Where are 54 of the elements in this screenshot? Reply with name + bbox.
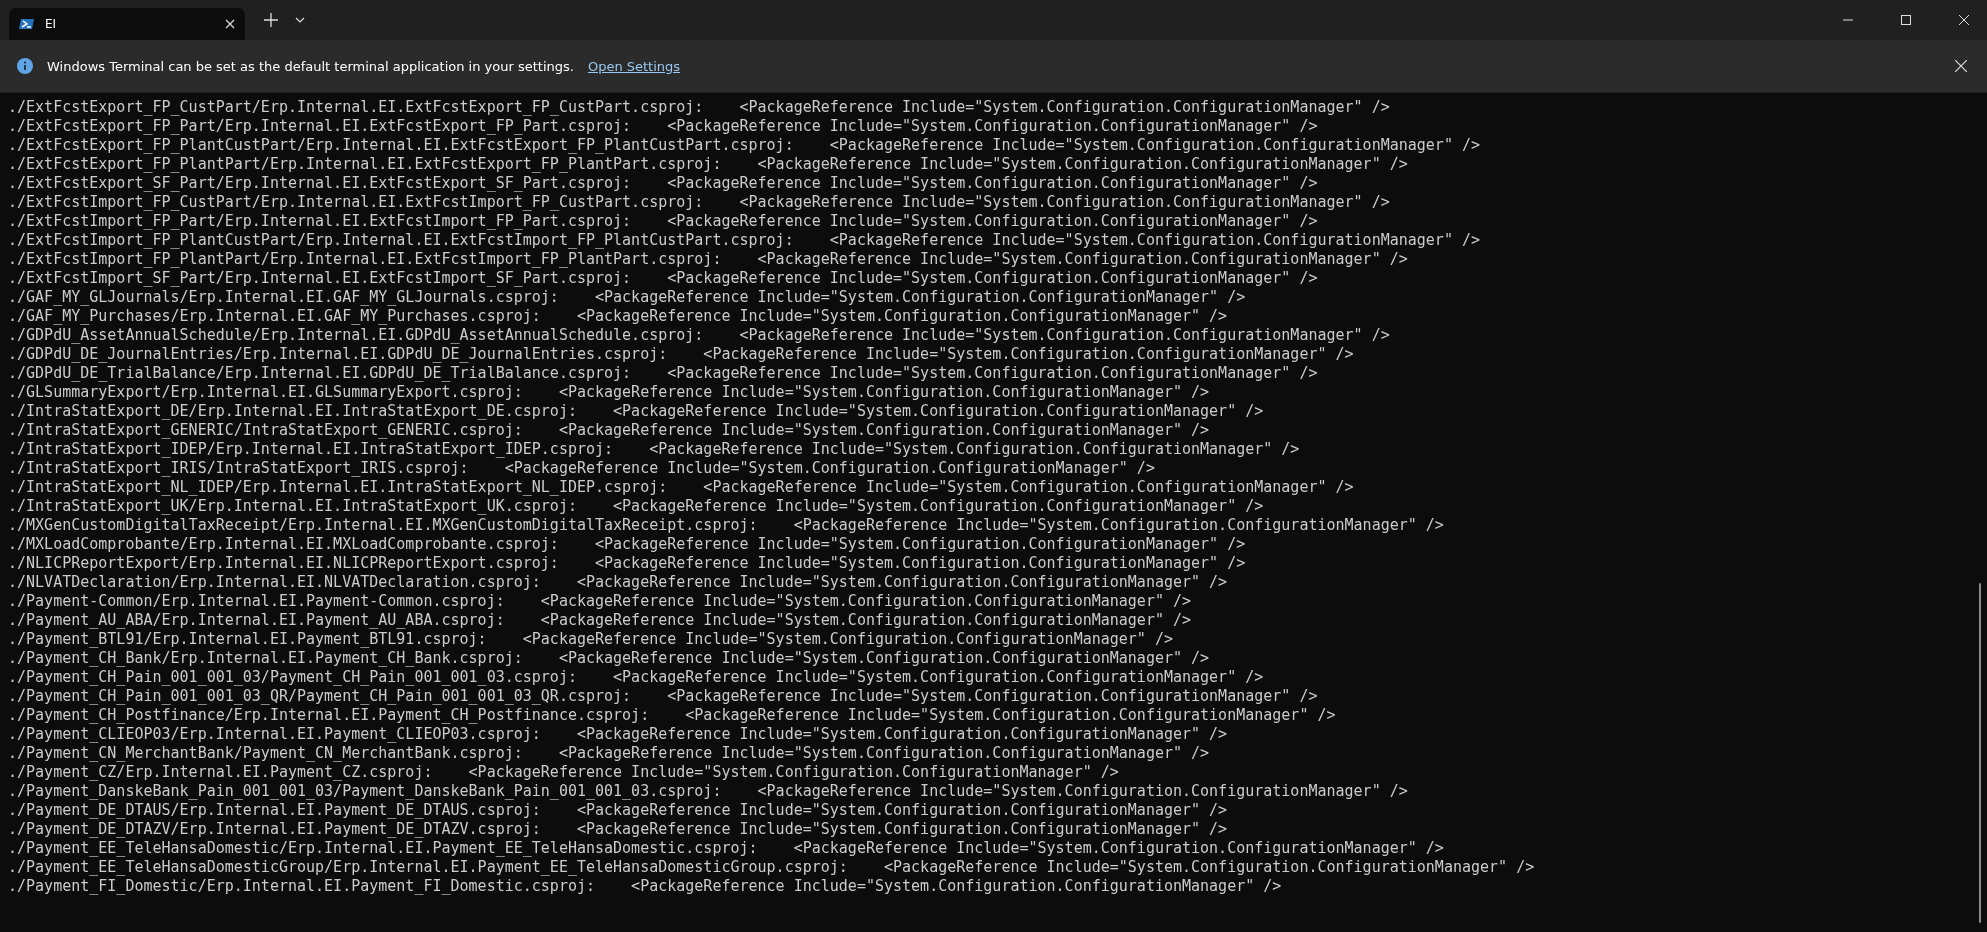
terminal-line: ./ExtFcstExport_FP_PlantPart/Erp.Internal.EI.ExtFcstExport_FP_PlantPart.csproj: <PackageReference Include="System.Configuration.ConfigurationManager" /> [8,155,1408,174]
terminal-line: ./NLVATDeclaration/Erp.Internal.EI.NLVATDeclaration.csproj: <PackageReference Include="System.Configuration.ConfigurationManager" /> [8,573,1228,592]
terminal-line: ./ExtFcstImport_FP_PlantPart/Erp.Internal.EI.ExtFcstImport_FP_PlantPart.csproj: <PackageReference Include="System.Configuration.ConfigurationManager" /> [8,250,1408,269]
terminal-line: ./GAF_MY_Purchases/Erp.Internal.EI.GAF_MY_Purchases.csproj: <PackageReference Include="System.Configuration.ConfigurationManager" /> [8,307,1228,326]
terminal-line: ./Payment_CLIEOP03/Erp.Internal.EI.Payment_CLIEOP03.csproj: <PackageReference Include="System.Configuration.ConfigurationManager" /> [8,725,1228,744]
terminal-line: ./Payment_FI_Domestic/Erp.Internal.EI.Payment_FI_Domestic.csproj: <PackageReference Include="System.Configuration.ConfigurationManager" /> [8,877,1282,896]
close-tab-icon[interactable] [225,19,235,29]
terminal-icon [19,16,35,32]
terminal-line: ./IntraStatExport_UK/Erp.Internal.EI.IntraStatExport_UK.csproj: <PackageReference Include="System.Configuration.ConfigurationManager" /> [8,497,1264,516]
terminal-line: ./MXGenCustomDigitalTaxReceipt/Erp.Internal.EI.MXGenCustomDigitalTaxReceipt.csproj: <PackageReference Include="System.Configuration.ConfigurationManager" /> [8,516,1444,535]
terminal-line: ./GDPdU_DE_TrialBalance/Erp.Internal.EI.GDPdU_DE_TrialBalance.csproj: <PackageReference Include="System.Configuration.ConfigurationManager" /> [8,364,1318,383]
terminal-line: ./Payment_CH_Bank/Erp.Internal.EI.Payment_CH_Bank.csproj: <PackageReference Include="System.Configuration.ConfigurationManager" /> [8,649,1210,668]
terminal-line: ./ExtFcstExport_FP_Part/Erp.Internal.EI.ExtFcstExport_FP_Part.csproj: <PackageReference Include="System.Configuration.ConfigurationManager" /> [8,117,1318,136]
terminal-line: ./Payment_CH_Pain_001_001_03/Payment_CH_Pain_001_001_03.csproj: <PackageReference Include="System.Configuration.ConfigurationManager" /> [8,668,1264,687]
open-settings-link[interactable]: Open Settings [587,58,681,74]
terminal-line: ./MXLoadComprobante/Erp.Internal.EI.MXLoadComprobante.csproj: <PackageReference Include="System.Configuration.ConfigurationManager" /> [8,535,1246,554]
terminal-line: ./GAF_MY_GLJournals/Erp.Internal.EI.GAF_MY_GLJournals.csproj: <PackageReference Include="System.Configuration.ConfigurationManager" /> [8,288,1246,307]
terminal-line: ./Payment_DanskeBank_Pain_001_001_03/Payment_DanskeBank_Pain_001_001_03.csproj: <PackageReference Include="System.Configuration.ConfigurationManager" /> [8,782,1408,801]
terminal-line: ./ExtFcstImport_SF_Part/Erp.Internal.EI.ExtFcstImport_SF_Part.csproj: <PackageReference Include="System.Configuration.ConfigurationManager" /> [8,269,1318,288]
terminal-line: ./Payment_EE_TeleHansaDomestic/Erp.Internal.EI.Payment_EE_TeleHansaDomestic.csproj: <PackageReference Include="System.Configuration.ConfigurationManager" /> [8,839,1444,858]
terminal-line: ./ExtFcstImport_FP_PlantCustPart/Erp.Internal.EI.ExtFcstImport_FP_PlantCustPart.csproj: <PackageReference Include="System.Configuration.ConfigurationManager" /> [8,231,1480,250]
dropdown-chevron-icon[interactable] [295,17,305,23]
terminal-line: ./IntraStatExport_NL_IDEP/Erp.Internal.EI.IntraStatExport_NL_IDEP.csproj: <PackageReference Include="System.Configuration.ConfigurationManager" /> [8,478,1354,497]
close-icon[interactable] [1959,15,1969,25]
terminal-line: ./ExtFcstExport_FP_PlantCustPart/Erp.Internal.EI.ExtFcstExport_FP_PlantCustPart.csproj: <PackageReference Include="System.Configuration.ConfigurationManager" /> [8,136,1480,155]
terminal-line: ./GLSummaryExport/Erp.Internal.EI.GLSummaryExport.csproj: <PackageReference Include="System.Configuration.ConfigurationManager" /> [8,383,1210,402]
terminal-line: ./Payment_AU_ABA/Erp.Internal.EI.Payment_AU_ABA.csproj: <PackageReference Include="System.Configuration.ConfigurationManager" /> [8,611,1192,630]
terminal-line: ./Payment_CH_Pain_001_001_03_QR/Payment_CH_Pain_001_001_03_QR.csproj: <PackageReference Include="System.Configuration.ConfigurationManager" /> [8,687,1318,706]
terminal-line: ./Payment_CH_Postfinance/Erp.Internal.EI.Payment_CH_Postfinance.csproj: <PackageReference Include="System.Configuration.ConfigurationManager" /> [8,706,1336,725]
terminal-line: ./Payment-Common/Erp.Internal.EI.Payment-Common.csproj: <PackageReference Include="System.Configuration.ConfigurationManager" /> [8,592,1192,611]
terminal-line: ./Payment_DE_DTAUS/Erp.Internal.EI.Payment_DE_DTAUS.csproj: <PackageReference Include="System.Configuration.ConfigurationManager" /> [8,801,1228,820]
close-icon[interactable] [1955,60,1967,72]
terminal-line: ./ExtFcstImport_FP_Part/Erp.Internal.EI.ExtFcstImport_FP_Part.csproj: <PackageReference Include="System.Configuration.ConfigurationManager" /> [8,212,1318,231]
terminal-line: ./NLICPReportExport/Erp.Internal.EI.NLICPReportExport.csproj: <PackageReference Include="System.Configuration.ConfigurationManager" /> [8,554,1246,573]
terminal-line: ./IntraStatExport_GENERIC/IntraStatExport_GENERIC.csproj: <PackageReference Include="System.Configuration.ConfigurationManager" /> [8,421,1210,440]
terminal-line: ./GDPdU_AssetAnnualSchedule/Erp.Internal.EI.GDPdU_AssetAnnualSchedule.csproj: <PackageReference Include="System.Configuration.ConfigurationManager" /> [8,326,1390,345]
new-tab-icon[interactable] [264,13,278,27]
terminal-line: ./Payment_EE_TeleHansaDomesticGroup/Erp.Internal.EI.Payment_EE_TeleHansaDomesticGroup.csproj: <PackageReference Include="System.Configuration.ConfigurationManager" /> [8,858,1535,877]
terminal-line: ./IntraStatExport_IDEP/Erp.Internal.EI.IntraStatExport_IDEP.csproj: <PackageReference Include="System.Configuration.ConfigurationManager" /> [8,440,1300,459]
info-message: Windows Terminal can be set as the default terminal application in your settings. [47,58,574,74]
terminal-line: ./Payment_CN_MerchantBank/Payment_CN_MerchantBank.csproj: <PackageReference Include="System.Configuration.ConfigurationManager" /> [8,744,1210,763]
terminal-line: ./IntraStatExport_IRIS/IntraStatExport_IRIS.csproj: <PackageReference Include="System.Configuration.ConfigurationManager" /> [8,459,1155,478]
scrollbar[interactable] [1979,583,1981,923]
terminal-line: ./ExtFcstImport_FP_CustPart/Erp.Internal.EI.ExtFcstImport_FP_CustPart.csproj: <PackageReference Include="System.Configuration.ConfigurationManager" /> [8,193,1390,212]
maximize-icon[interactable] [1901,15,1911,25]
terminal-line: ./GDPdU_DE_JournalEntries/Erp.Internal.EI.GDPdU_DE_JournalEntries.csproj: <PackageReference Include="System.Configuration.ConfigurationManager" /> [8,345,1354,364]
terminal-line: ./IntraStatExport_DE/Erp.Internal.EI.IntraStatExport_DE.csproj: <PackageReference Include="System.Configuration.ConfigurationManager" /> [8,402,1264,421]
terminal-line: ./ExtFcstExport_SF_Part/Erp.Internal.EI.ExtFcstExport_SF_Part.csproj: <PackageReference Include="System.Configuration.ConfigurationManager" /> [8,174,1318,193]
terminal-line: ./Payment_CZ/Erp.Internal.EI.Payment_CZ.csproj: <PackageReference Include="System.Configuration.ConfigurationManager" /> [8,763,1119,782]
info-icon [17,58,33,74]
terminal-line: ./Payment_DE_DTAZV/Erp.Internal.EI.Payment_DE_DTAZV.csproj: <PackageReference Include="System.Configuration.ConfigurationManager" /> [8,820,1228,839]
terminal-line: ./ExtFcstExport_FP_CustPart/Erp.Internal.EI.ExtFcstExport_FP_CustPart.csproj: <PackageReference Include="System.Configuration.ConfigurationManager" /> [8,98,1390,117]
terminal-tab[interactable]: EI [9,8,245,40]
terminal-line: ./Payment_BTL91/Erp.Internal.EI.Payment_BTL91.csproj: <PackageReference Include="System.Configuration.ConfigurationManager" /> [8,630,1173,649]
